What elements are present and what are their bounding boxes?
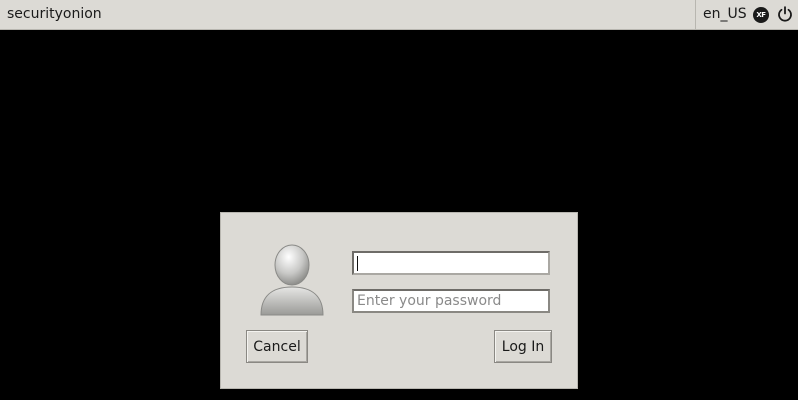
xfce-session-icon[interactable]: XF [753,7,769,23]
user-avatar-icon [260,244,324,316]
hostname-label: securityonion [7,6,102,22]
top-panel-indicators: en_US XF [695,0,798,29]
username-field[interactable] [352,251,550,275]
locale-selector[interactable]: en_US [703,6,747,22]
power-icon[interactable] [777,6,793,22]
password-field[interactable] [352,289,550,313]
login-button[interactable]: Log In [494,330,552,363]
login-dialog: Cancel Log In [220,212,578,389]
cancel-button[interactable]: Cancel [246,330,308,363]
top-panel: securityonion en_US XF [0,0,798,30]
text-caret [357,256,358,271]
